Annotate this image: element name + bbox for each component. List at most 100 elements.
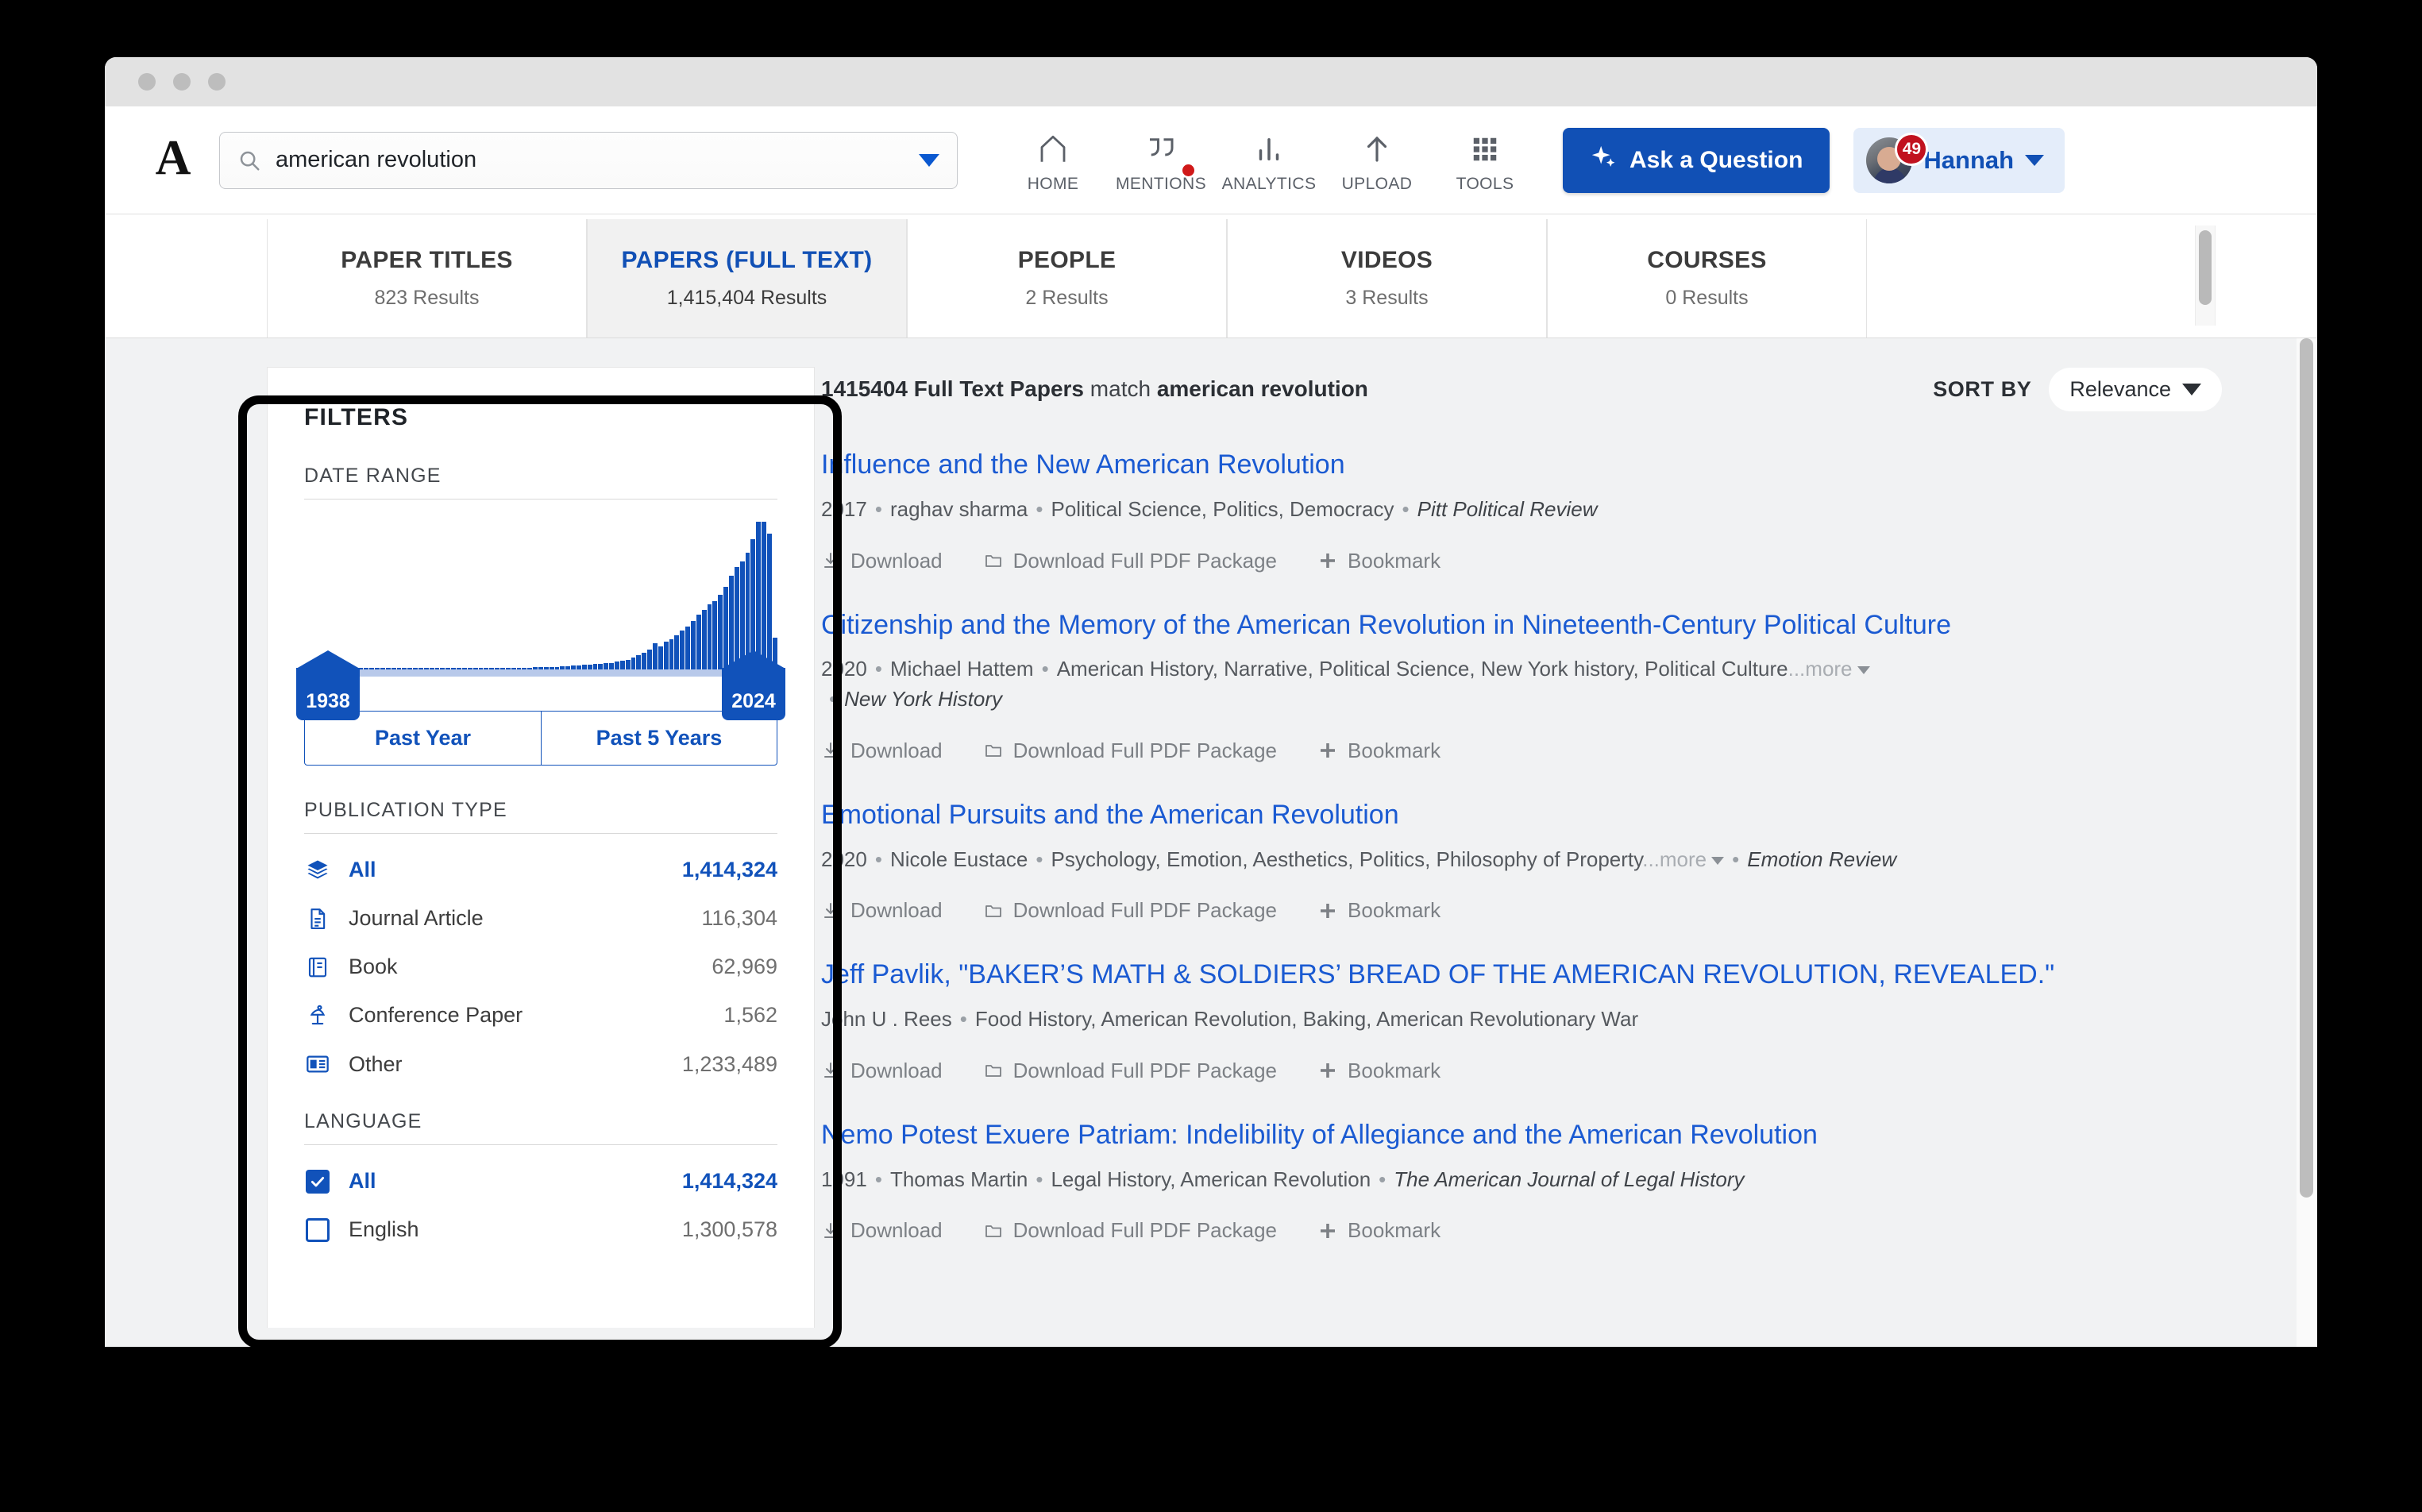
download-package-button[interactable]: Download Full PDF Package <box>984 739 1277 763</box>
result-actions: Download Download Full PDF Package Bookm… <box>821 739 2222 763</box>
histogram-bars <box>304 519 777 669</box>
result-more-toggle[interactable]: ...more <box>1788 657 1853 681</box>
result-author[interactable]: raghav sharma <box>890 497 1028 521</box>
tabs-scrollbar[interactable] <box>2195 226 2216 326</box>
pubtype-row-book[interactable]: Book 62,969 <box>304 955 777 979</box>
download-button[interactable]: Download <box>821 1218 943 1243</box>
date-range-heading: DATE RANGE <box>304 465 442 487</box>
sort-by-label: SORT BY <box>1933 376 2032 401</box>
date-range-slider-track[interactable]: 1938 2024 <box>296 650 785 720</box>
language-row-english[interactable]: English 1,300,578 <box>304 1217 777 1242</box>
download-label: Download <box>850 548 943 573</box>
result-author[interactable]: John U . Rees <box>821 1007 952 1031</box>
result-author[interactable]: Nicole Eustace <box>890 847 1028 871</box>
tab-courses[interactable]: COURSES 0 Results <box>1547 219 1867 338</box>
tab-label: PAPER TITLES <box>341 247 513 273</box>
search-dropdown-caret-icon[interactable] <box>919 153 939 167</box>
search-results-panel: 1415404 Full Text Papers match american … <box>745 338 2317 1347</box>
results-match-line: 1415404 Full Text Papers match american … <box>821 376 1368 402</box>
download-button[interactable]: Download <box>821 898 943 923</box>
result-title[interactable]: Emotional Pursuits and the American Revo… <box>821 798 2222 832</box>
chevron-down-icon[interactable] <box>1711 856 1725 865</box>
download-package-button[interactable]: Download Full PDF Package <box>984 898 1277 923</box>
histogram-bar <box>642 652 647 669</box>
histogram-bar <box>653 642 658 669</box>
result-author[interactable]: Thomas Martin <box>890 1167 1028 1191</box>
result-journal: The American Journal of Legal History <box>1394 1167 1745 1191</box>
chevron-down-icon[interactable] <box>1857 666 1870 675</box>
download-package-label: Download Full PDF Package <box>1012 1058 1278 1082</box>
notification-badge: 49 <box>1895 132 1929 166</box>
divider <box>304 833 777 834</box>
bookmark-label: Bookmark <box>1348 898 1441 923</box>
histogram-bar <box>619 660 625 669</box>
download-package-label: Download Full PDF Package <box>1012 548 1278 573</box>
result-title[interactable]: Jeff Pavlik, "BAKER’S MATH & SOLDIERS’ B… <box>821 958 2222 992</box>
bookmark-button[interactable]: Bookmark <box>1318 1059 1440 1083</box>
pubtype-row-journal-article[interactable]: Journal Article 116,304 <box>304 906 777 931</box>
pubtype-label: Conference Paper <box>349 1003 523 1027</box>
results-query: american revolution <box>1156 376 1368 401</box>
podium-icon <box>304 1004 331 1028</box>
pubtype-row-conference-paper[interactable]: Conference Paper 1,562 <box>304 1003 777 1028</box>
result-author[interactable]: Michael Hattem <box>890 657 1034 681</box>
nav-item-analytics[interactable]: ANALYTICS <box>1215 126 1323 194</box>
window-minimize-dot[interactable] <box>173 73 191 91</box>
nav-item-tools[interactable]: TOOLS <box>1431 126 1539 194</box>
window-titlebar <box>105 57 2317 106</box>
window-maximize-dot[interactable] <box>208 73 226 91</box>
user-menu[interactable]: 49 Hannah <box>1853 127 2065 193</box>
ask-a-question-button[interactable]: Ask a Question <box>1563 127 1830 193</box>
tab-paper-titles[interactable]: PAPER TITLES 823 Results <box>267 219 587 338</box>
page-scrollbar[interactable] <box>2297 338 2317 1347</box>
histogram-bar <box>625 659 631 669</box>
download-button[interactable]: Download <box>821 549 943 573</box>
bookmark-button[interactable]: Bookmark <box>1318 1218 1440 1243</box>
download-package-button[interactable]: Download Full PDF Package <box>984 1059 1277 1083</box>
download-package-button[interactable]: Download Full PDF Package <box>984 549 1277 573</box>
pubtype-row-other[interactable]: Other 1,233,489 <box>304 1051 777 1077</box>
result-title[interactable]: Citizenship and the Memory of the Americ… <box>821 608 2222 642</box>
site-logo[interactable]: A <box>135 133 211 187</box>
histogram-bar <box>669 638 674 669</box>
result-meta: 2020 • Michael Hattem • American History, Na… <box>821 654 2222 714</box>
nav-item-upload[interactable]: UPLOAD <box>1323 126 1431 194</box>
tab-videos[interactable]: VIDEOS 3 Results <box>1227 219 1547 338</box>
tab-people[interactable]: PEOPLE 2 Results <box>907 219 1227 338</box>
browser-window: A HOME <box>105 57 2317 1347</box>
pubtype-row-all[interactable]: All 1,414,324 <box>304 858 777 882</box>
bookmark-button[interactable]: Bookmark <box>1318 549 1440 573</box>
result-title[interactable]: Nemo Potest Exuere Patriam: Indelibility… <box>821 1118 2222 1152</box>
window-close-dot[interactable] <box>138 73 156 91</box>
result-year: 2017 <box>821 496 867 521</box>
sort-by-select[interactable]: Relevance <box>2049 367 2222 411</box>
result-title[interactable]: Influence and the New American Revolutio… <box>821 448 2222 482</box>
result-more-toggle[interactable]: ...more <box>1642 847 1707 871</box>
chevron-down-icon[interactable] <box>2025 154 2045 166</box>
bookmark-button[interactable]: Bookmark <box>1318 739 1440 763</box>
tabs-scrollbar-thumb[interactable] <box>2199 230 2212 305</box>
search-box[interactable] <box>219 131 958 189</box>
checkbox-checked-icon[interactable] <box>304 1169 331 1194</box>
nav-item-mentions[interactable]: MENTIONS <box>1107 126 1215 194</box>
bookmark-label: Bookmark <box>1348 1218 1441 1243</box>
language-row-all[interactable]: All 1,414,324 <box>304 1169 777 1194</box>
bookmark-label: Bookmark <box>1348 738 1441 762</box>
download-button[interactable]: Download <box>821 739 943 763</box>
filters-sidebar-wrapper: FILTERS DATE RANGE 1938 2024 Past Year P… <box>105 338 815 1347</box>
checkbox-unchecked-icon[interactable] <box>304 1217 331 1242</box>
result-item: Jeff Pavlik, "BAKER’S MATH & SOLDIERS’ B… <box>821 958 2222 1083</box>
date-range-min-handle[interactable]: 1938 <box>296 650 360 720</box>
search-input[interactable] <box>276 132 911 188</box>
download-package-button[interactable]: Download Full PDF Package <box>984 1218 1277 1243</box>
quick-date-range-group: Past Year Past 5 Years <box>304 711 777 766</box>
bookmark-button[interactable]: Bookmark <box>1318 898 1440 923</box>
filters-sidebar: FILTERS DATE RANGE 1938 2024 Past Year P… <box>267 367 815 1328</box>
page-scrollbar-thumb[interactable] <box>2300 338 2313 1198</box>
tab-papers-full-text[interactable]: PAPERS (FULL TEXT) 1,415,404 Results <box>587 219 907 338</box>
language-heading: LANGUAGE <box>304 1110 422 1132</box>
download-button[interactable]: Download <box>821 1059 943 1083</box>
nav-item-home[interactable]: HOME <box>999 126 1107 194</box>
result-meta: 1991 • Thomas Martin • Legal History, Americ… <box>821 1167 1745 1191</box>
tab-count: 1,415,404 Results <box>666 287 827 309</box>
